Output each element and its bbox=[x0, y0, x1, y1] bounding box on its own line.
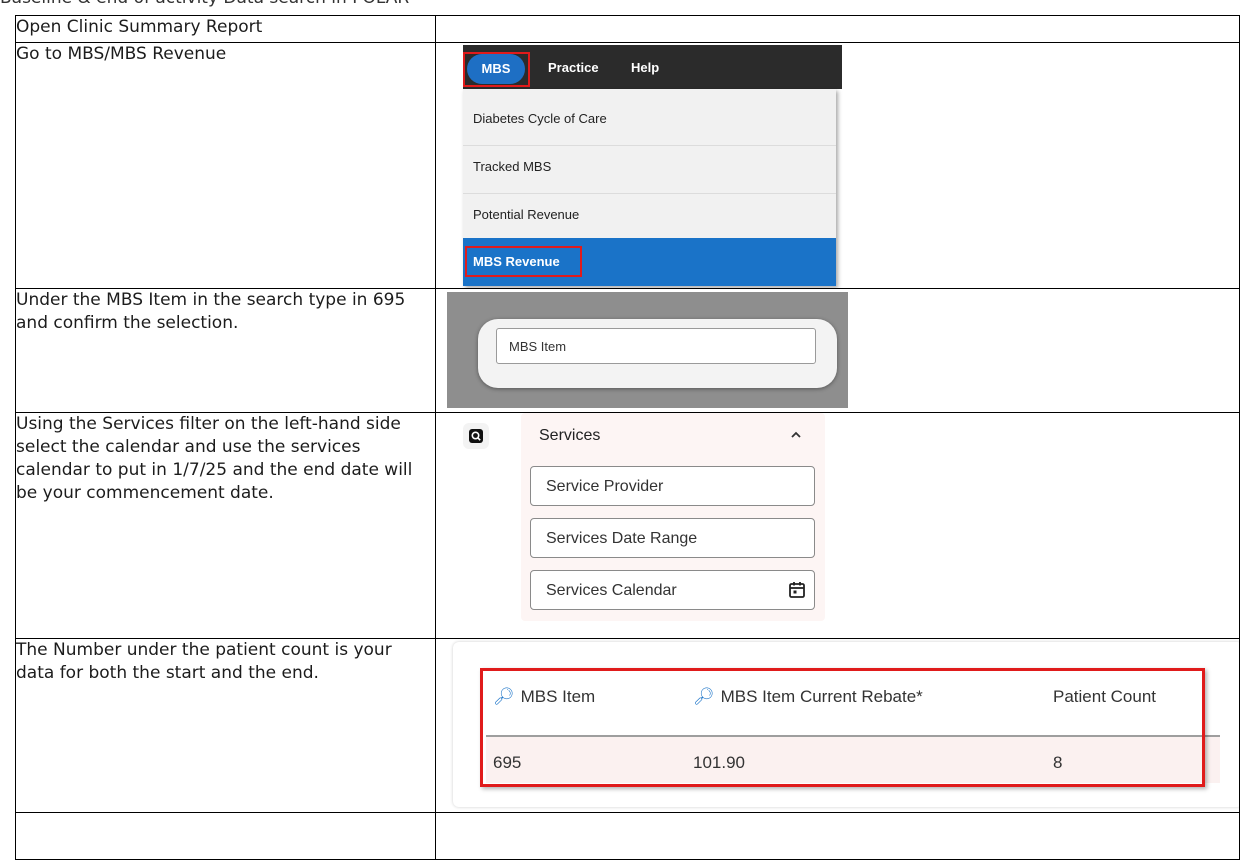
menu-divider bbox=[463, 145, 836, 146]
table-row bbox=[15, 812, 1240, 860]
step-screenshot-empty bbox=[435, 15, 1240, 43]
table-row: Open Clinic Summary Report bbox=[15, 15, 1240, 43]
step-screenshot-empty bbox=[435, 812, 1240, 860]
highlight-box bbox=[465, 246, 582, 277]
menu-item-diabetes-cycle-of-care[interactable]: Diabetes Cycle of Care bbox=[463, 99, 836, 139]
step-instruction: Under the MBS Item in the search type in… bbox=[15, 288, 436, 413]
table-row: Using the Services filter on the left-ha… bbox=[15, 412, 1240, 639]
highlight-box bbox=[463, 52, 530, 87]
field-label: Services Calendar bbox=[546, 582, 677, 599]
step-instruction: The Number under the patient count is yo… bbox=[15, 638, 436, 813]
step-instruction: Open Clinic Summary Report bbox=[15, 15, 436, 43]
document-title: Baseline & end of activity Data search i… bbox=[0, 0, 409, 8]
nav-help-button[interactable]: Help bbox=[631, 60, 659, 75]
menu-screenshot-image: MBS Practice Help Diabetes Cycle of Care… bbox=[463, 45, 842, 286]
services-screenshot: Services Service Provider Services Date … bbox=[435, 412, 1240, 639]
menu-item-mbs-revenue[interactable]: MBS Revenue bbox=[463, 238, 836, 286]
mbs-item-search-input[interactable]: MBS Item bbox=[496, 328, 816, 364]
search-popup: MBS Item bbox=[478, 319, 837, 388]
menu-item-potential-revenue[interactable]: Potential Revenue bbox=[463, 195, 836, 235]
calendar-icon[interactable] bbox=[788, 581, 806, 599]
nav-practice-button[interactable]: Practice bbox=[548, 60, 599, 75]
services-filter-panel: Services Service Provider Services Date … bbox=[521, 413, 825, 621]
services-calendar-field[interactable]: Services Calendar bbox=[530, 570, 815, 610]
top-nav-bar: MBS Practice Help bbox=[463, 45, 842, 89]
step-instruction: Go to MBS/MBS Revenue bbox=[15, 42, 436, 289]
services-screenshot-image: Services Service Provider Services Date … bbox=[463, 413, 833, 621]
highlight-box bbox=[480, 668, 1205, 787]
menu-item-tracked-mbs[interactable]: Tracked MBS bbox=[463, 147, 836, 187]
chevron-up-icon[interactable] bbox=[789, 428, 803, 442]
search-screenshot: MBS Item bbox=[435, 288, 1240, 413]
patient-count-screenshot: 🔎︎ MBS Item 🔎︎ MBS Item Current Rebate* Pa… bbox=[435, 638, 1240, 813]
search-filter-icon[interactable] bbox=[463, 423, 489, 449]
patient-count-screenshot-image: 🔎︎ MBS Item 🔎︎ MBS Item Current Rebate* Pa… bbox=[453, 642, 1239, 807]
table-row: Under the MBS Item in the search type in… bbox=[15, 288, 1240, 413]
steps-table: Open Clinic Summary Report Go to MBS/MBS… bbox=[15, 15, 1240, 860]
step-instruction bbox=[15, 812, 436, 860]
menu-divider bbox=[463, 193, 836, 194]
mbs-dropdown-menu: Diabetes Cycle of Care Tracked MBS Poten… bbox=[463, 89, 836, 286]
table-row: The Number under the patient count is yo… bbox=[15, 638, 1240, 813]
service-provider-field[interactable]: Service Provider bbox=[530, 466, 815, 506]
search-screenshot-image: MBS Item bbox=[447, 292, 848, 408]
step-instruction: Using the Services filter on the left-ha… bbox=[15, 412, 436, 639]
page-background bbox=[836, 89, 842, 286]
services-section-title: Services bbox=[539, 427, 601, 444]
table-row: Go to MBS/MBS Revenue MBS Practice Help … bbox=[15, 42, 1240, 289]
menu-screenshot: MBS Practice Help Diabetes Cycle of Care… bbox=[435, 42, 1240, 289]
services-date-range-field[interactable]: Services Date Range bbox=[530, 518, 815, 558]
